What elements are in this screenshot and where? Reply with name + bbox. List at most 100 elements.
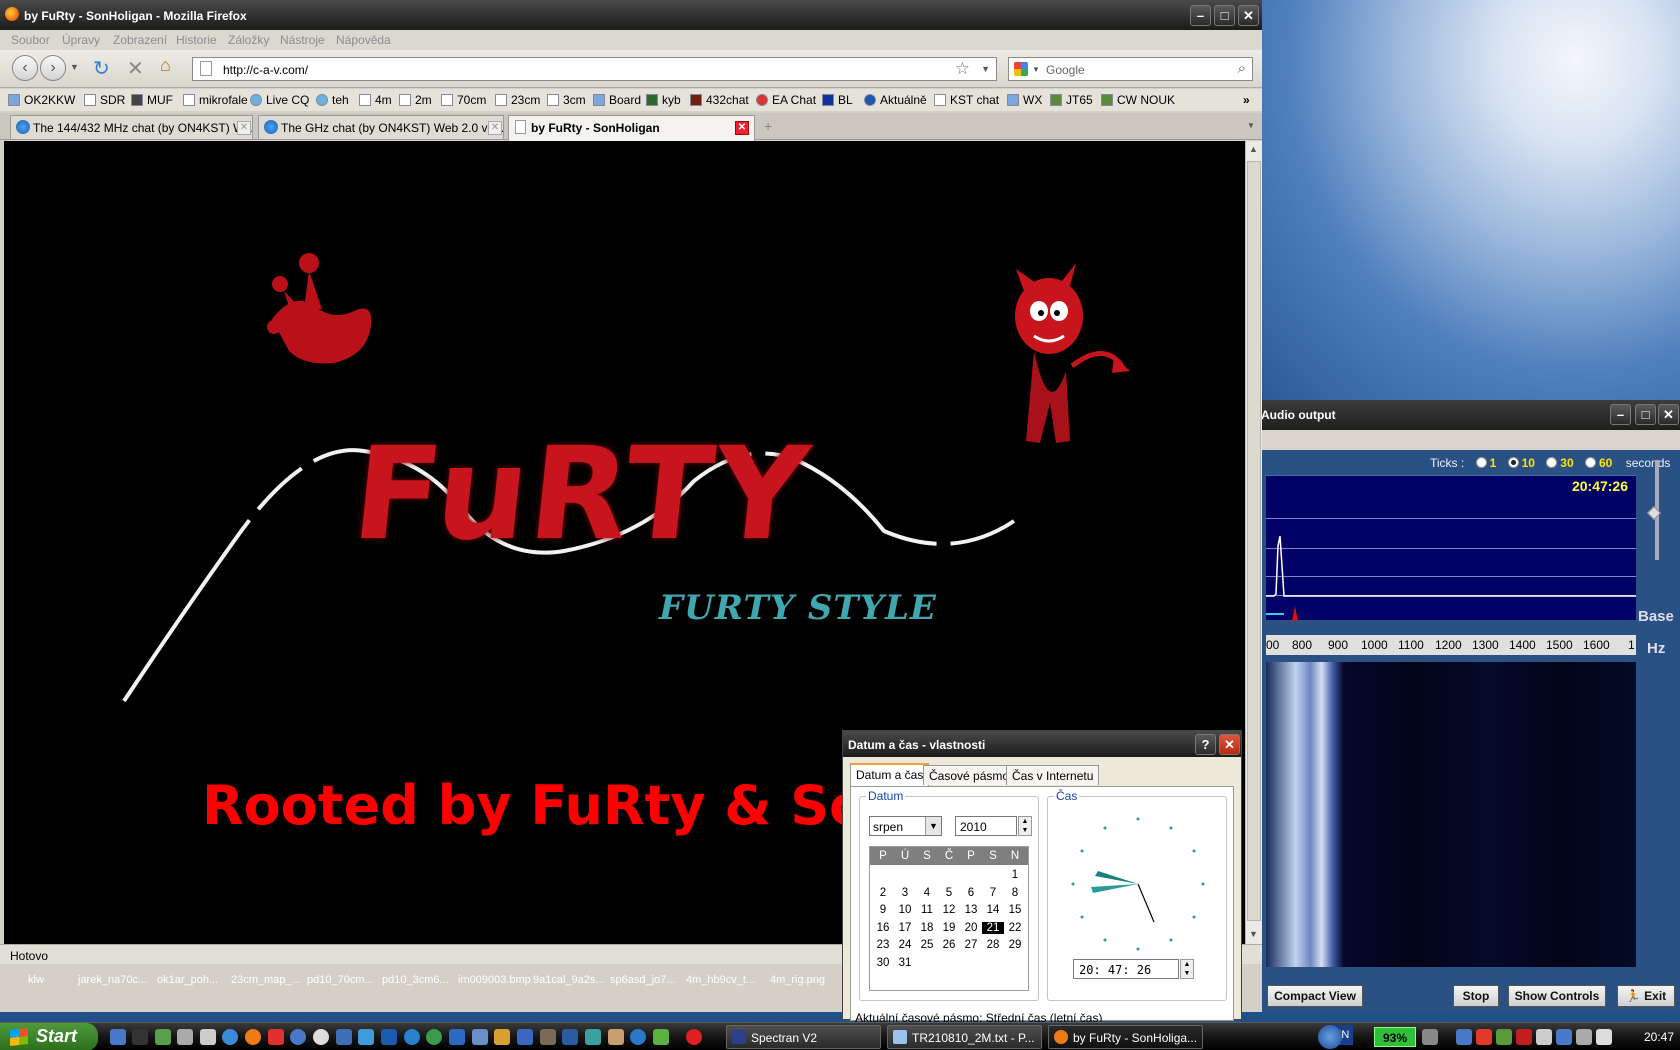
bookmark-item[interactable]: 432chat — [690, 93, 749, 107]
start-button[interactable]: Start — [0, 1023, 98, 1050]
calendar-day[interactable]: 16 — [872, 922, 894, 934]
quick-launch-icon[interactable] — [404, 1029, 420, 1045]
tab-close-icon[interactable]: ✕ — [735, 121, 749, 135]
bookmark-item[interactable]: Aktuálně — [864, 93, 927, 107]
bookmark-item[interactable]: SDR — [84, 93, 125, 107]
quick-launch-icon[interactable] — [449, 1029, 465, 1045]
new-tab-icon[interactable]: + — [764, 118, 772, 134]
desktop-file[interactable]: 4m_hb9cv_t... — [686, 974, 755, 986]
calendar-day[interactable]: 26 — [938, 939, 960, 951]
quick-launch-icon[interactable] — [517, 1029, 533, 1045]
scroll-up-icon[interactable]: ▲ — [1249, 144, 1258, 154]
desktop-file[interactable]: sp6asd_jo7... — [610, 974, 675, 986]
firefox-titlebar[interactable]: by FuRty - SonHoligan - Mozilla Firefox … — [0, 0, 1262, 30]
calendar-day[interactable]: 7 — [982, 887, 1004, 899]
tab-144-432-chat[interactable]: The 144/432 MHz chat (by ON4KST) W... ✕ — [10, 115, 253, 139]
bookmark-item[interactable]: CW NOUK — [1101, 93, 1175, 107]
tab-datum-a-cas[interactable]: Datum a čas — [850, 763, 930, 786]
ticks-radio-10[interactable] — [1507, 457, 1519, 468]
calendar-day[interactable]: 9 — [872, 904, 894, 916]
close-button[interactable]: ✕ — [1238, 5, 1259, 26]
notification-icon[interactable] — [1318, 1025, 1342, 1049]
quick-launch-icon[interactable] — [177, 1029, 193, 1045]
tray-clock[interactable]: 20:47 — [1644, 1030, 1674, 1044]
calendar-day[interactable]: 28 — [982, 939, 1004, 951]
calendar-day[interactable]: 18 — [916, 922, 938, 934]
scrollbar-thumb[interactable] — [1247, 161, 1261, 921]
quick-launch-icon[interactable] — [653, 1029, 669, 1045]
stop-icon[interactable]: ✕ — [127, 56, 144, 81]
scroll-down-icon[interactable]: ▼ — [1249, 929, 1258, 939]
spectran-titlebar[interactable]: Audio output – □ ✕ — [1255, 400, 1680, 430]
vertical-scrollbar[interactable]: ▲ ▼ — [1245, 141, 1262, 944]
forward-button[interactable]: › — [40, 55, 66, 81]
exit-button[interactable]: 🏃 Exit — [1617, 985, 1675, 1007]
ie-icon[interactable] — [222, 1029, 238, 1045]
shield-icon[interactable] — [1496, 1029, 1512, 1045]
firefox-icon[interactable] — [245, 1029, 261, 1045]
calendar-day[interactable]: 1 — [1004, 869, 1026, 881]
engine-dropdown-icon[interactable]: ▼ — [1032, 65, 1040, 74]
tab-cas-v-internetu[interactable]: Čas v Internetu — [1006, 765, 1100, 785]
task-spectran[interactable]: Spectran V2 — [726, 1025, 881, 1049]
search-icon[interactable]: ⌕ — [1238, 60, 1246, 77]
menu-upravy[interactable]: Úpravy — [62, 33, 100, 47]
desktop-file[interactable]: jarek_na70c... — [78, 974, 147, 986]
bookmark-item[interactable]: mikrofale — [183, 93, 248, 107]
tab-close-icon[interactable]: ✕ — [237, 121, 251, 135]
bookmark-item[interactable]: MUF — [131, 93, 173, 107]
compact-view-button[interactable]: Compact View — [1267, 985, 1363, 1007]
minimize-button[interactable]: – — [1190, 5, 1211, 26]
quick-launch-icon[interactable] — [290, 1029, 306, 1045]
tray-icon[interactable] — [1596, 1029, 1612, 1045]
calendar-day[interactable]: 2 — [872, 887, 894, 899]
bookmarks-overflow-icon[interactable]: » — [1243, 93, 1250, 107]
time-input[interactable]: 20: 47: 26 — [1073, 959, 1179, 979]
tab-ghz-chat[interactable]: The GHz chat (by ON4KST) Web 2.0 ve... ✕ — [258, 115, 504, 139]
bookmark-item[interactable]: JT65 — [1050, 93, 1093, 107]
bookmark-item[interactable]: Board — [593, 93, 641, 107]
history-dropdown-icon[interactable]: ▼ — [70, 62, 79, 72]
bookmark-item[interactable]: EA Chat — [756, 93, 816, 107]
calendar-day[interactable]: 6 — [960, 887, 982, 899]
quick-launch-icon[interactable] — [494, 1029, 510, 1045]
quick-launch-icon[interactable] — [336, 1029, 352, 1045]
bookmark-item[interactable]: WX — [1007, 93, 1042, 107]
chevron-down-icon[interactable]: ▼ — [925, 817, 941, 835]
search-box[interactable]: ▼ Google ⌕ — [1008, 57, 1253, 81]
security-icon[interactable] — [1476, 1029, 1492, 1045]
bookmark-item[interactable]: KST chat — [934, 93, 999, 107]
calendar-day[interactable]: 23 — [872, 939, 894, 951]
help-button[interactable]: ? — [1195, 734, 1216, 755]
ticks-radio-60[interactable] — [1585, 457, 1596, 468]
desktop-file[interactable]: 9a1cal_9a2s... — [533, 974, 605, 986]
power-icon[interactable] — [1422, 1029, 1438, 1045]
desktop-file[interactable]: pd10_3cm6... — [382, 974, 449, 986]
calendar-day[interactable]: 5 — [938, 887, 960, 899]
ati-icon[interactable] — [1516, 1029, 1532, 1045]
calendar-day[interactable]: 22 — [1004, 922, 1026, 934]
close-button[interactable]: ✕ — [1219, 734, 1240, 755]
calendar-day[interactable]: 10 — [894, 904, 916, 916]
desktop-file[interactable]: pd10_70cm... — [307, 974, 374, 986]
calendar-day[interactable]: 30 — [872, 957, 894, 969]
desktop-file[interactable]: 4m_rig.png — [770, 974, 825, 986]
quick-launch-icon[interactable] — [110, 1029, 126, 1045]
calendar-day[interactable]: 31 — [894, 957, 916, 969]
maximize-button[interactable]: □ — [1635, 404, 1656, 425]
calendar-day[interactable]: 8 — [1004, 887, 1026, 899]
quick-launch-icon[interactable] — [630, 1029, 646, 1045]
reload-icon[interactable]: ↻ — [93, 56, 110, 81]
minimize-button[interactable]: – — [1610, 404, 1631, 425]
tab-casove-pasmo[interactable]: Časové pásmo — [923, 765, 1016, 785]
maximize-button[interactable]: □ — [1214, 5, 1235, 26]
bookmark-item[interactable]: 23cm — [495, 93, 540, 107]
ticks-radio-30[interactable] — [1546, 457, 1558, 468]
desktop-file[interactable]: 23cm_map_... — [231, 974, 301, 986]
desktop-file[interactable]: klw — [28, 974, 44, 986]
close-button[interactable]: ✕ — [1658, 404, 1679, 425]
url-dropdown-icon[interactable]: ▼ — [981, 64, 990, 74]
calendar-day[interactable]: 15 — [1004, 904, 1026, 916]
calendar-day[interactable]: 17 — [894, 922, 916, 934]
bookmark-item[interactable]: OK2KKW — [8, 93, 75, 107]
